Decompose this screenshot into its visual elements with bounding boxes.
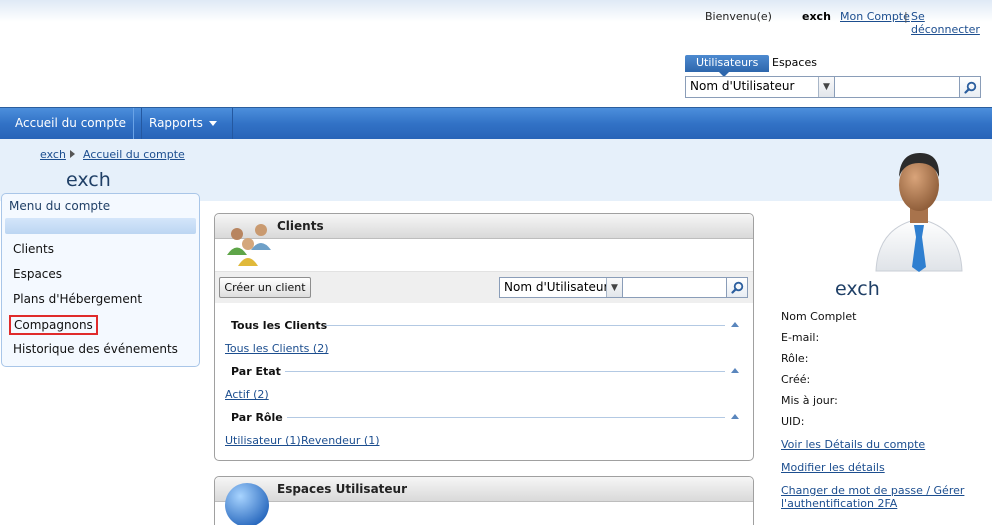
chevron-down-icon: ▼ [818,77,834,97]
spaces-panel-header: Espaces Utilisateur [215,477,753,502]
group-by-role-title: Par Rôle [231,411,283,424]
search-icon [963,81,976,94]
username-label: exch [802,10,831,23]
label-created: Créé: [781,373,811,386]
menu-divider-bar [5,218,196,234]
create-client-button[interactable]: Créer un client [219,277,311,298]
search-type-value: Nom d'Utilisateur [690,79,795,93]
group-all-clients-title: Tous les Clients [231,319,328,332]
nav-account-home[interactable]: Accueil du compte [0,108,143,139]
my-account-link[interactable]: Mon Compte [840,10,910,23]
collapse-caret-icon[interactable] [731,368,739,373]
clients-filter-value: Nom d'Utilisateur [504,280,609,294]
label-uid: UID: [781,415,805,428]
account-menu-title: Menu du compte [9,199,111,213]
menu-item-clients[interactable]: Clients [13,242,54,256]
tab-users[interactable]: Utilisateurs [685,55,770,77]
search-icon [730,281,743,294]
breadcrumb-arrow-icon [70,150,75,158]
menu-item-hosting-plans[interactable]: Plans d'Hébergement [13,292,142,306]
link-active[interactable]: Actif (2) [225,388,269,401]
profile-name: exch [835,278,880,300]
label-full-name: Nom Complet [781,310,857,323]
collapse-caret-icon[interactable] [731,322,739,327]
clients-search-button[interactable] [726,277,748,298]
user-avatar [875,153,963,272]
group-divider [287,417,725,418]
tab-spaces[interactable]: Espaces [772,56,817,69]
clients-panel-title: Clients [277,219,324,233]
nav-reports[interactable]: Rapports [133,108,233,139]
breadcrumb-account-home[interactable]: Accueil du compte [83,148,185,161]
clients-panel: Clients Créer un client Nom d'Utilisateu… [214,213,754,461]
clients-toolbar: Créer un client Nom d'Utilisateur ▼ [215,271,753,303]
label-email: E-mail: [781,331,820,344]
collapse-caret-icon[interactable] [731,414,739,419]
menu-item-audit-log[interactable]: Historique des événements [13,342,178,356]
search-button[interactable] [959,76,981,98]
page-title: exch [66,169,111,191]
users-group-icon [227,224,271,266]
search-input[interactable] [834,76,961,98]
change-password-link[interactable]: Changer de mot de passe / Gérer l'authen… [781,484,971,510]
group-divider [285,371,725,372]
label-updated: Mis à jour: [781,394,838,407]
link-role-user[interactable]: Utilisateur (1) [225,434,301,447]
link-role-reseller[interactable]: Revendeur (1) [301,434,380,447]
caret-down-icon [208,121,217,126]
chevron-down-icon: ▼ [606,278,622,297]
edit-details-link[interactable]: Modifier les détails [781,461,885,474]
breadcrumb-root[interactable]: exch [40,148,66,161]
account-menu: Menu du compte Clients Espaces Plans d'H… [1,193,200,367]
clients-panel-header: Clients [215,214,753,239]
clients-search-input[interactable] [622,277,728,298]
search-type-select[interactable]: Nom d'Utilisateur ▼ [685,76,835,98]
user-spaces-panel: Espaces Utilisateur [214,476,754,525]
menu-item-peers[interactable]: Compagnons [9,315,98,335]
group-divider [325,325,725,326]
view-account-details-link[interactable]: Voir les Détails du compte [781,438,925,451]
welcome-text: Bienvenu(e) [705,10,772,23]
link-all-clients[interactable]: Tous les Clients (2) [225,342,329,355]
menu-item-spaces[interactable]: Espaces [13,267,62,281]
globe-icon [225,483,269,525]
separator: | [904,10,908,23]
label-role: Rôle: [781,352,809,365]
clients-filter-select[interactable]: Nom d'Utilisateur ▼ [499,277,623,298]
main-navbar: Accueil du compte Rapports [0,107,992,139]
logout-link[interactable]: Se déconnecter [911,10,992,36]
spaces-panel-title: Espaces Utilisateur [277,482,407,496]
group-by-state-title: Par Etat [231,365,281,378]
